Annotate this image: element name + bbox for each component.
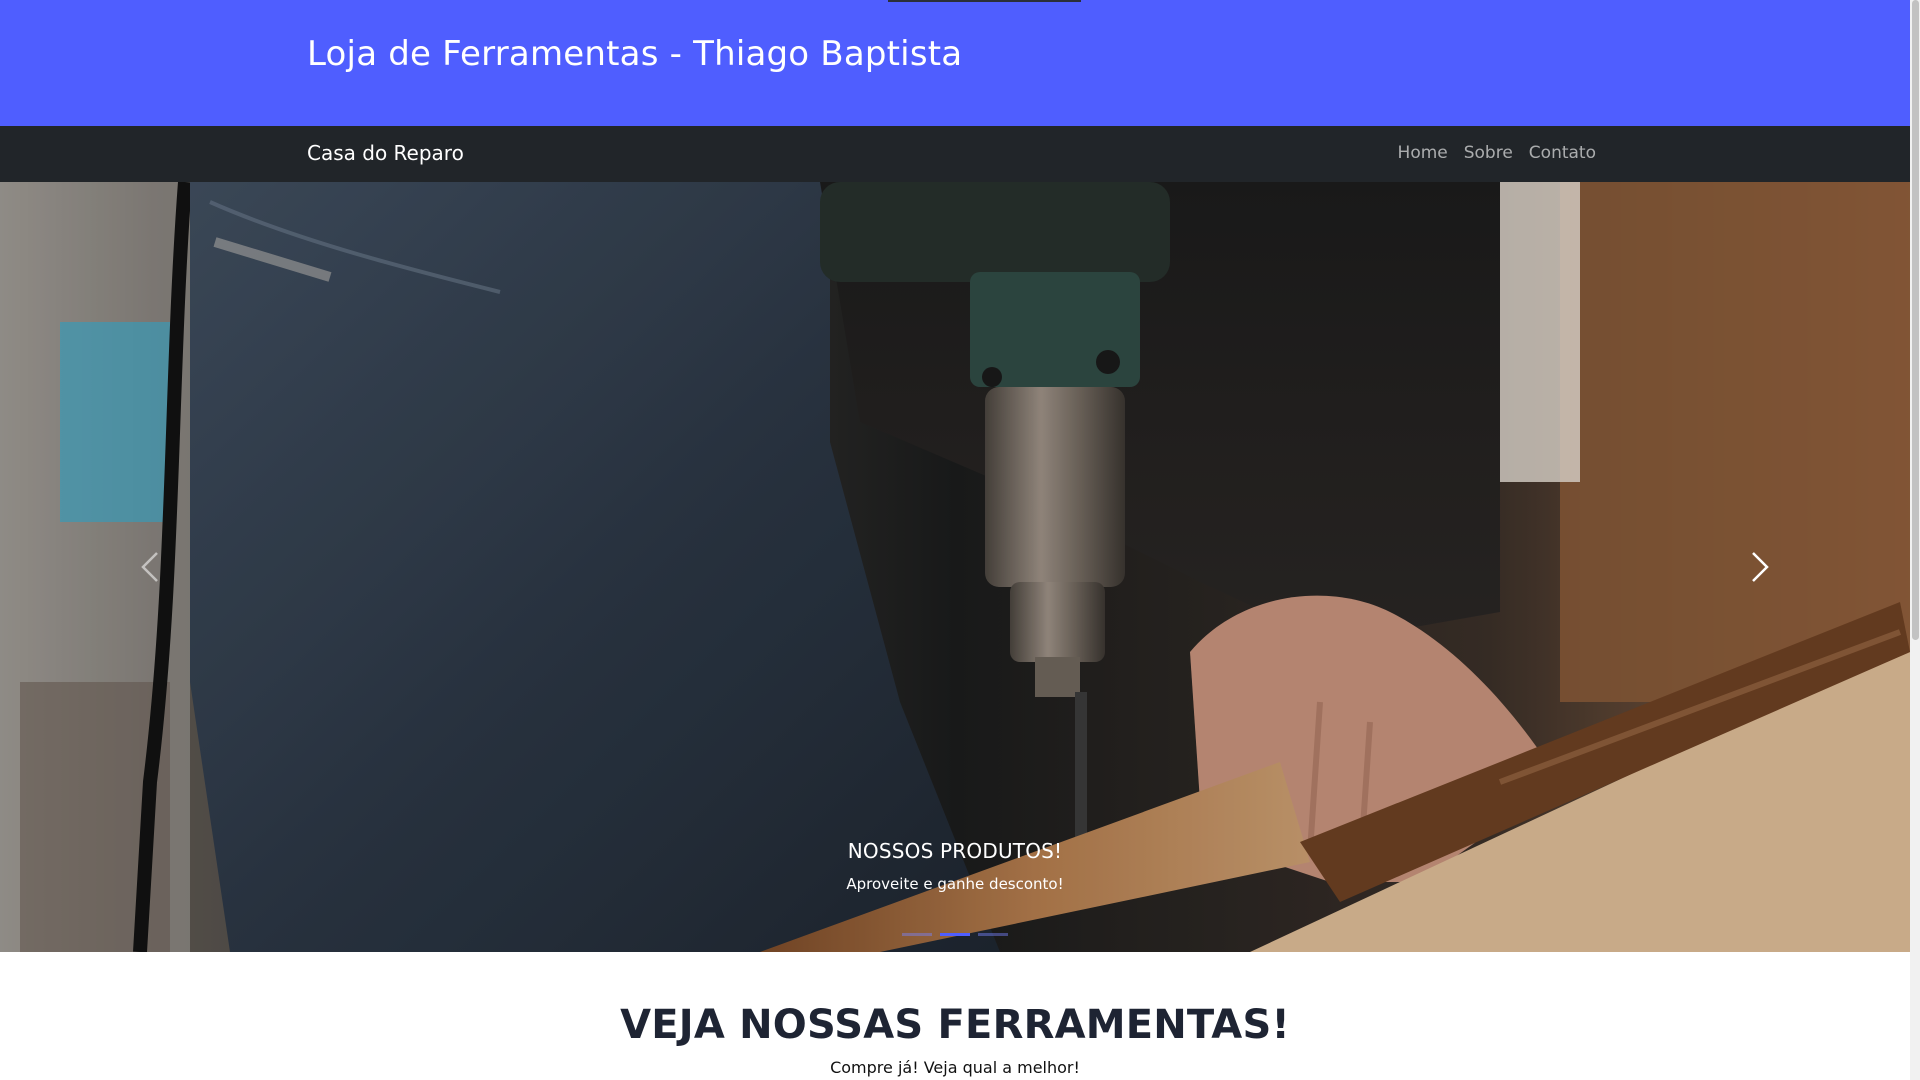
tab-indicator xyxy=(888,0,1081,2)
carousel-next-button[interactable] xyxy=(1610,182,1910,952)
nav-link-home[interactable]: Home xyxy=(1398,143,1448,163)
nav-link-contato[interactable]: Contato xyxy=(1529,143,1596,163)
hero-carousel: NOSSOS PRODUTOS! Aproveite e ganhe desco… xyxy=(0,182,1910,952)
carousel-prev-button[interactable] xyxy=(0,182,300,952)
nav-links: Home Sobre Contato xyxy=(1398,143,1596,163)
section-title: VEJA NOSSAS FERRAMENTAS! xyxy=(620,1002,1290,1048)
scrollbar-thumb[interactable] xyxy=(1912,0,1919,640)
site-title: Loja de Ferramentas - Thiago Baptista xyxy=(307,34,963,74)
site-header: Loja de Ferramentas - Thiago Baptista xyxy=(0,0,1910,126)
section-subtitle: Compre já! Veja qual a melhor! xyxy=(830,1058,1080,1077)
carousel-indicator-1[interactable] xyxy=(902,933,932,936)
carousel-indicator-3[interactable] xyxy=(978,933,1008,936)
page-scrollbar[interactable] xyxy=(1910,0,1920,1080)
carousel-caption-title: NOSSOS PRODUTOS! xyxy=(847,839,1063,863)
nav-link-sobre[interactable]: Sobre xyxy=(1464,143,1513,163)
carousel-indicator-2[interactable] xyxy=(940,933,970,936)
carousel-caption-text: Aproveite e ganhe desconto! xyxy=(846,875,1064,893)
chevron-right-icon xyxy=(1752,552,1769,582)
chevron-left-icon xyxy=(141,552,158,582)
carousel-indicators xyxy=(0,933,1910,936)
navbar-brand[interactable]: Casa do Reparo xyxy=(307,141,464,165)
carousel-caption: NOSSOS PRODUTOS! Aproveite e ganhe desco… xyxy=(0,839,1910,893)
navbar: Casa do Reparo Home Sobre Contato xyxy=(0,126,1910,182)
